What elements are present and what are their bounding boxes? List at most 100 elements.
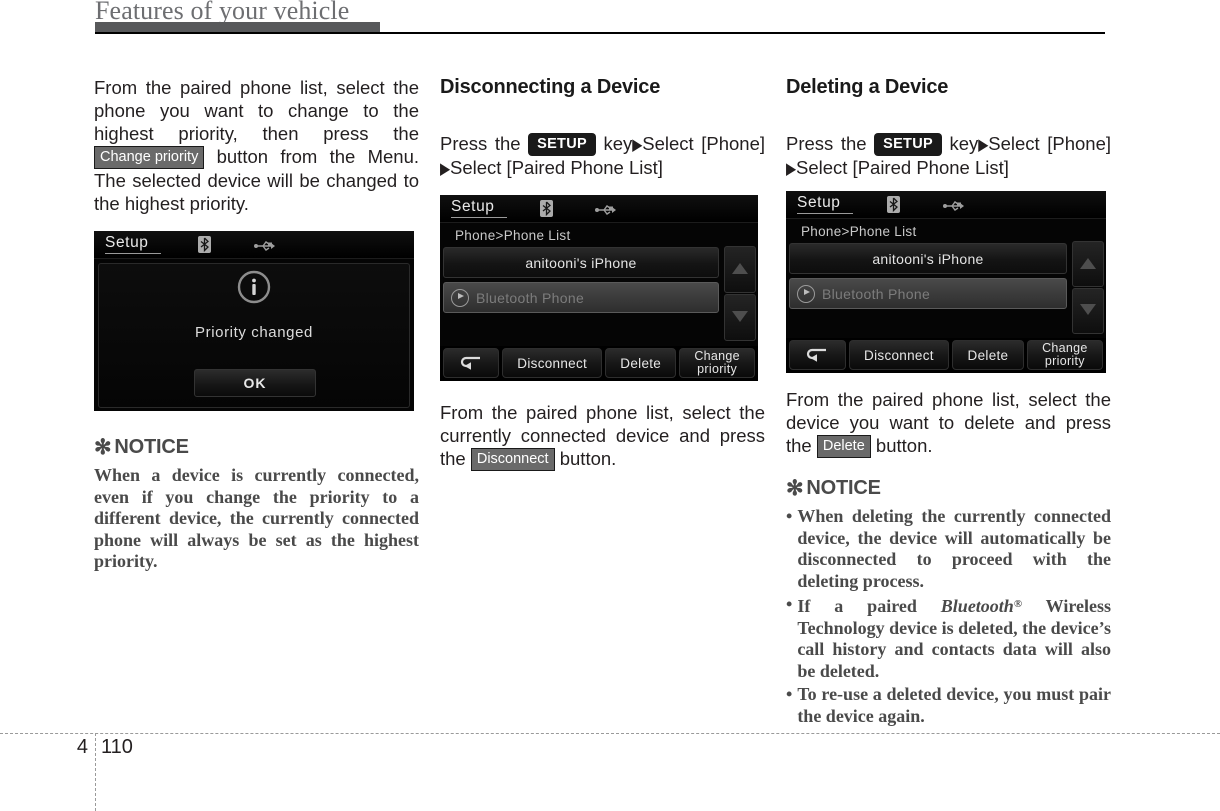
list-item[interactable]: Bluetooth Phone — [789, 278, 1067, 309]
header-accent-bar — [95, 22, 380, 32]
section-heading-disconnecting: Disconnecting a Device — [440, 76, 661, 98]
list-item-label: anitooni's iPhone — [872, 250, 984, 267]
bluetooth-icon — [198, 236, 211, 258]
setup-key-badge[interactable]: SETUP — [874, 133, 942, 156]
usb-icon — [254, 239, 276, 257]
setup-key-badge[interactable]: SETUP — [528, 133, 596, 156]
notice-block-priority: ✻ NOTICE When a device is currently conne… — [94, 435, 419, 573]
press-the-label: Press the — [440, 133, 521, 154]
scroll-down-button[interactable] — [1072, 288, 1104, 334]
list-item-label: anitooni's iPhone — [525, 254, 637, 271]
select-paired-list-label: Select [Paired Phone List] — [450, 157, 663, 178]
column-one: From the paired phone list, select the p… — [94, 76, 419, 573]
info-icon — [237, 270, 271, 309]
device-title-underline — [797, 213, 853, 214]
device-toolbar: Disconnect Delete Change priority — [440, 346, 758, 381]
list-item[interactable]: Bluetooth Phone — [443, 282, 719, 313]
usb-icon — [595, 203, 617, 221]
notice-star-icon: ✻ — [94, 436, 112, 459]
device-screen-title: Setup — [797, 194, 841, 211]
change-priority-line-2: priority — [1044, 354, 1085, 368]
change-priority-line-1: Change — [1042, 341, 1088, 355]
priority-dialog-ok-label: OK — [243, 375, 267, 391]
disconnect-button[interactable]: Disconnect — [848, 340, 950, 370]
bluetooth-wordmark: Bluetooth — [940, 596, 1014, 616]
step-arrow-icon-2: ▶ — [440, 159, 450, 178]
step-arrow-icon: ▶ — [632, 135, 643, 154]
scroll-up-button[interactable] — [1072, 241, 1104, 287]
select-phone-label: Select [Phone] — [642, 133, 766, 154]
arrow-down-icon — [1080, 304, 1096, 315]
usb-icon — [943, 199, 965, 217]
select-paired-list-label: Select [Paired Phone List] — [796, 157, 1009, 178]
back-arrow-icon — [458, 354, 484, 373]
device-title-underline — [105, 253, 161, 254]
setup-phone-list-screenshot-delete: Setup Phone>Phone List anitooni's iPhone… — [786, 191, 1106, 373]
notice-item-text: If a paired Bluetooth® Wireless Technolo… — [797, 594, 1111, 682]
list-item[interactable]: anitooni's iPhone — [789, 243, 1067, 274]
priority-dialog-panel: Priority changed OK — [98, 263, 410, 408]
scroll-up-button[interactable] — [724, 246, 756, 293]
delete-button[interactable]: Delete — [605, 348, 677, 378]
select-phone-label: Select [Phone] — [988, 133, 1112, 154]
notice-text-pre: If a paired — [797, 596, 941, 616]
footer-vertical-rule — [95, 733, 96, 811]
scroll-down-button[interactable] — [724, 294, 756, 341]
delete-steps: Press the SETUP key▶Select [Phone]▶Selec… — [786, 132, 1111, 179]
priority-dialog-ok-button[interactable]: OK — [194, 369, 316, 397]
device-breadcrumb: Phone>Phone List — [455, 228, 571, 243]
change-priority-line-2: priority — [697, 362, 738, 376]
caption-part-2: button. — [875, 435, 933, 456]
list-item[interactable]: anitooni's iPhone — [443, 247, 719, 278]
list-item-label: Bluetooth Phone — [476, 289, 585, 306]
device-screen-title: Setup — [105, 234, 149, 251]
disconnect-steps: Press the SETUP key▶Select [Phone]▶Selec… — [440, 132, 765, 179]
header-rule — [95, 32, 1105, 34]
device-toolbar: Disconnect Delete Change priority — [786, 338, 1106, 373]
delete-badge[interactable]: Delete — [816, 435, 871, 458]
change-priority-instructions: From the paired phone list, select the p… — [94, 76, 419, 215]
bullet-icon: • — [786, 594, 793, 614]
notice-block-deleting: ✻ NOTICE • When deleting the currently co… — [786, 476, 1111, 727]
key-word-label: key — [603, 133, 633, 154]
section-heading-deleting: Deleting a Device — [786, 76, 949, 98]
bullet-icon: • — [786, 684, 793, 704]
bullet-icon: • — [786, 506, 793, 526]
arrow-up-icon — [732, 263, 748, 274]
notice-heading-label: NOTICE — [114, 436, 189, 458]
play-icon — [797, 284, 815, 303]
arrow-down-icon — [732, 311, 748, 322]
back-button[interactable] — [789, 340, 846, 370]
registered-mark: ® — [1013, 598, 1023, 610]
notice-heading: ✻ NOTICE — [786, 476, 1111, 501]
disconnect-caption: From the paired phone list, select the c… — [440, 401, 765, 471]
device-breadcrumb: Phone>Phone List — [801, 224, 917, 239]
change-priority-button[interactable]: Change priority — [1026, 340, 1104, 370]
device-phone-list: anitooni's iPhone Bluetooth Phone — [786, 243, 1070, 309]
device-title-underline — [451, 217, 507, 218]
disconnect-button[interactable]: Disconnect — [502, 348, 603, 378]
footer-page-number: 110 — [101, 736, 133, 758]
device-phone-list: anitooni's iPhone Bluetooth Phone — [440, 247, 722, 313]
play-icon — [451, 288, 469, 307]
setup-priority-changed-screenshot: Setup Priority changed OK — [94, 231, 414, 411]
disconnect-badge[interactable]: Disconnect — [470, 448, 555, 471]
priority-dialog-message: Priority changed — [195, 324, 313, 341]
change-priority-line-1: Change — [694, 349, 740, 363]
notice-item-text: To re-use a deleted device, you must pai… — [797, 684, 1111, 726]
press-the-label: Press the — [786, 133, 867, 154]
bluetooth-icon — [540, 200, 553, 222]
list-item-label: Bluetooth Phone — [822, 285, 931, 302]
back-arrow-icon — [804, 346, 830, 365]
change-priority-badge[interactable]: Change priority — [94, 146, 205, 169]
setup-phone-list-screenshot-disconnect: Setup Phone>Phone List anitooni's iPhone… — [440, 195, 758, 381]
back-button[interactable] — [443, 348, 500, 378]
delete-button[interactable]: Delete — [952, 340, 1024, 370]
bluetooth-icon — [887, 196, 900, 218]
notice-heading-label: NOTICE — [806, 477, 881, 499]
column-two: Disconnecting a Device Press the SETUP k… — [440, 76, 765, 471]
device-topbar: Setup — [94, 231, 414, 259]
arrow-up-icon — [1080, 258, 1096, 269]
change-priority-button[interactable]: Change priority — [679, 348, 756, 378]
device-topbar: Setup — [440, 195, 758, 223]
